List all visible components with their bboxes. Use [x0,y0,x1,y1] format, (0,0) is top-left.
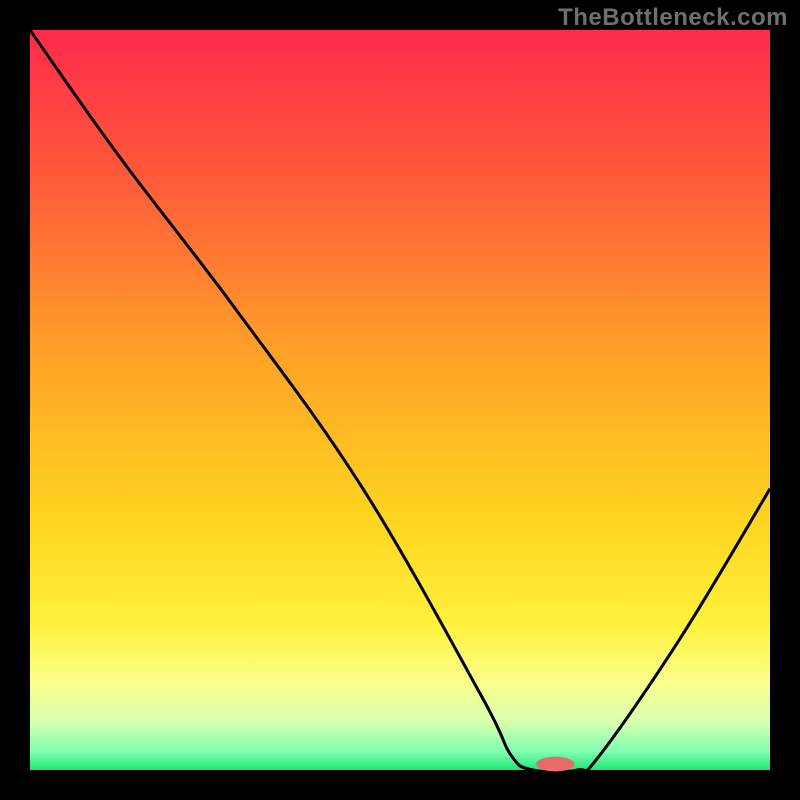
chart-svg [0,0,800,800]
chart-frame: TheBottleneck.com [0,0,800,800]
minimum-marker [536,757,574,772]
plot-background [30,30,770,770]
